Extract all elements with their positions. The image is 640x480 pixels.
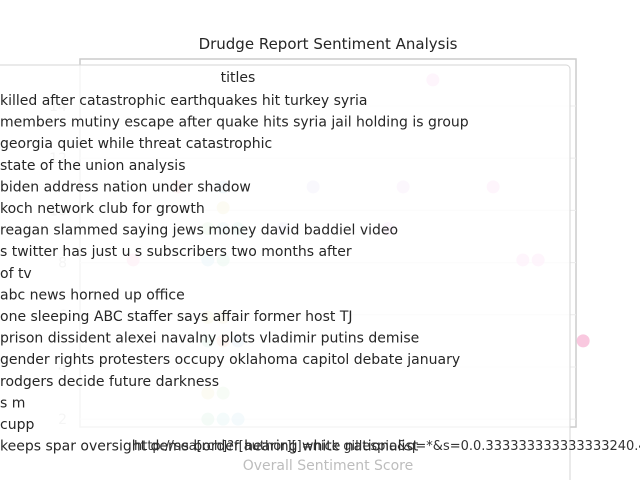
data-point — [576, 334, 590, 348]
legend-entry: biden address nation under shadow — [0, 179, 251, 195]
legend-entry: s twitter has just u s subscribers two m… — [0, 244, 352, 260]
x-tick-labels: http://sea[rch]?f[author][]=nick gillesp… — [134, 439, 640, 454]
scatter-chart: Drudge Report Sentiment Analysis 2468101… — [0, 35, 640, 480]
legend-entry: koch network club for growth — [0, 201, 205, 217]
legend-entry: rodgers decide future darkness — [0, 374, 219, 390]
legend-entry: s m — [0, 395, 25, 411]
legend-title: titles — [221, 70, 256, 86]
legend-entry: prison dissident alexei navalny plots vl… — [0, 331, 419, 347]
legend-entry: georgia quiet while threat catastrophic — [0, 136, 272, 152]
legend-entry: cupp — [0, 417, 34, 433]
legend-entry: state of the union analysis — [0, 158, 186, 174]
legend-entry: gender rights protesters occupy oklahoma… — [0, 352, 460, 368]
legend-entry: reagan slammed saying jews money david b… — [0, 223, 398, 239]
chart-title: Drudge Report Sentiment Analysis — [199, 35, 458, 53]
legend-entry: one sleeping ABC staffer says affair for… — [0, 309, 353, 325]
legend-entry: of tv — [0, 266, 32, 282]
legend-entry: abc news horned up office — [0, 287, 185, 303]
legend-entry: killed after catastrophic earthquakes hi… — [0, 93, 367, 109]
x-axis-label: Overall Sentiment Score — [243, 458, 414, 474]
legend-entry: members mutiny escape after quake hits s… — [0, 115, 469, 131]
